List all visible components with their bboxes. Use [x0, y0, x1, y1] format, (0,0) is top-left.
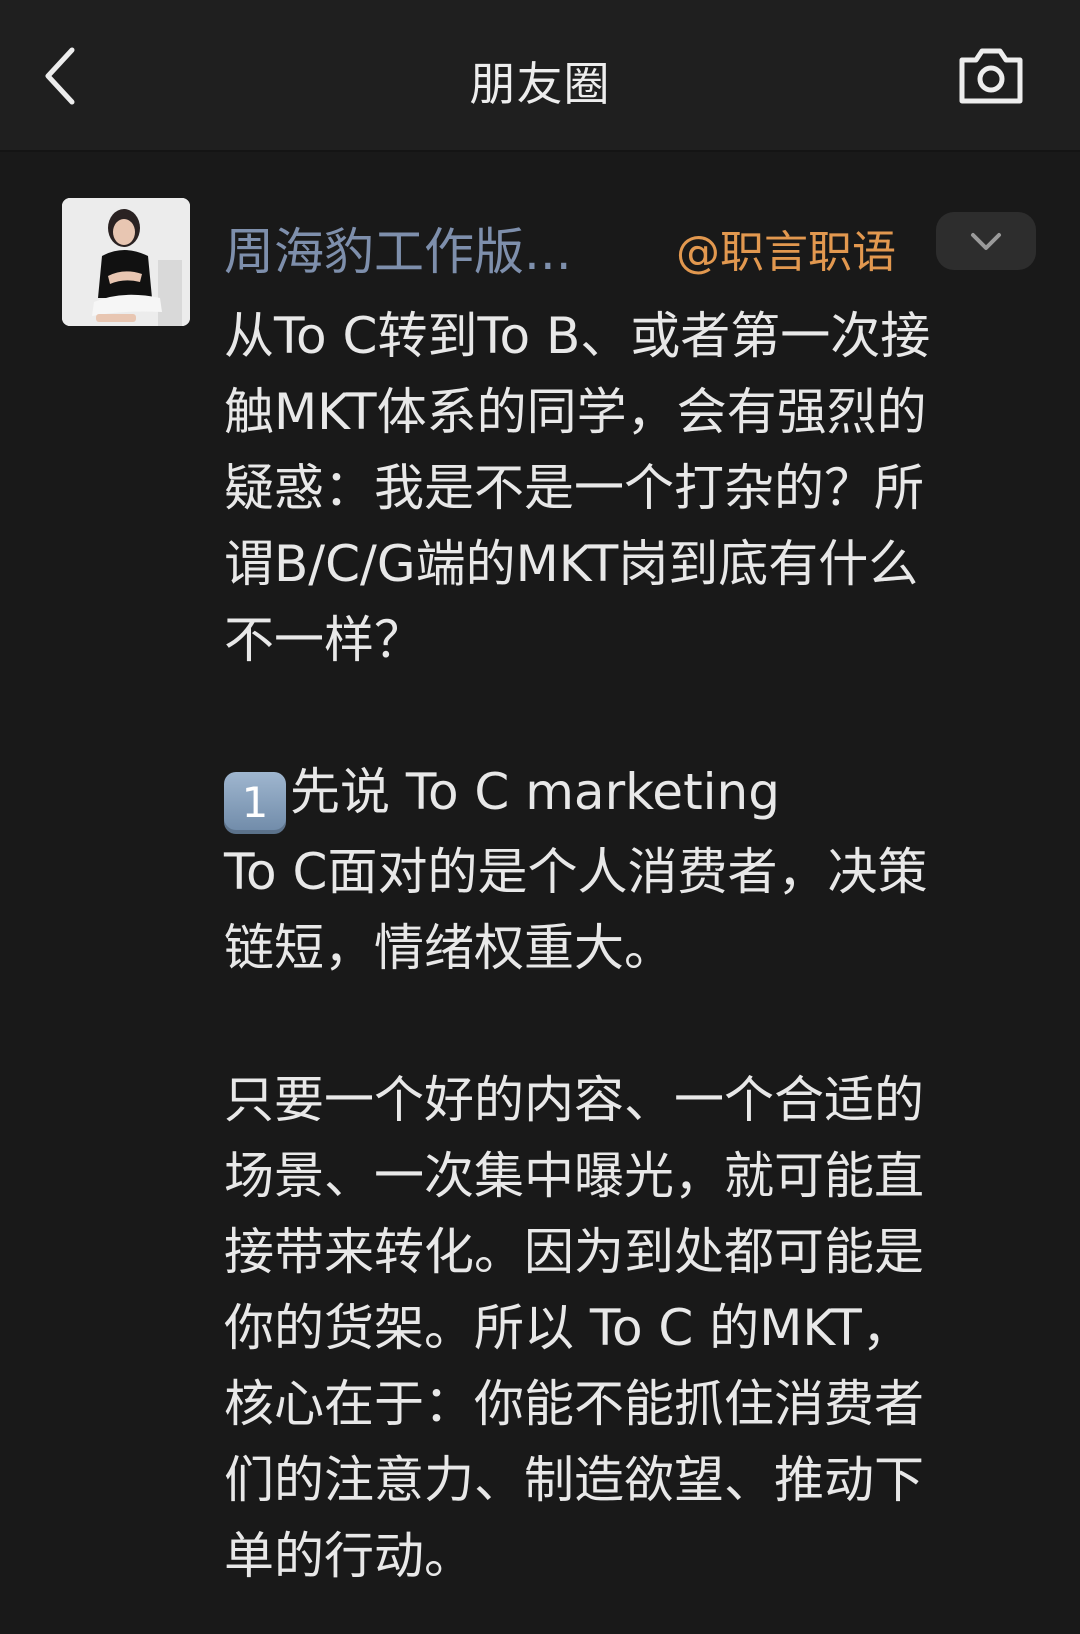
page-title: 朋友圈 [469, 57, 611, 111]
text-line: 接带来转化。因为到处都可能是 [224, 1223, 924, 1281]
paragraph-to-c: 1 先说 To C marketing To C面对的是个人消费者，决策 链短，情… [224, 754, 1034, 986]
text-line: To C面对的是个人消费者，决策 [224, 843, 928, 901]
author-name[interactable]: 周海豹工作版... [224, 212, 572, 284]
text-line: 单的行动。 [224, 1527, 474, 1585]
section-heading: 先说 To C marketing [290, 763, 780, 821]
text-line: 触MKT体系的同学，会有强烈的 [224, 383, 927, 441]
avatar[interactable] [62, 198, 190, 326]
expand-menu-button[interactable] [936, 212, 1036, 270]
text-line: 链短，情绪权重大。 [224, 919, 674, 977]
post-content: 从To C转到To B、或者第一次接 触MKT体系的同学，会有强烈的 疑惑：我是… [224, 298, 1034, 1594]
keycap-one-icon: 1 [224, 772, 286, 834]
mention-link[interactable]: @职言职语 [676, 216, 896, 280]
text-line: 只要一个好的内容、一个合适的 [224, 1071, 924, 1129]
text-line: 场景、一次集中曝光，就可能直 [224, 1147, 924, 1205]
paragraph-detail: 只要一个好的内容、一个合适的 场景、一次集中曝光，就可能直 接带来转化。因为到处… [224, 1062, 1034, 1594]
top-bar: 朋友圈 [0, 0, 1080, 152]
avatar-photo [62, 198, 190, 326]
chevron-down-icon [971, 233, 1001, 250]
camera-button[interactable] [956, 46, 1026, 106]
text-line: 不一样？ [224, 611, 424, 669]
paragraph-intro: 从To C转到To B、或者第一次接 触MKT体系的同学，会有强烈的 疑惑：我是… [224, 298, 1034, 678]
text-line: 核心在于：你能不能抓住消费者 [224, 1375, 924, 1433]
text-line: 你的货架。所以 To C 的MKT， [224, 1299, 912, 1357]
text-line: 谓B/C/G端的MKT岗到底有什么 [224, 535, 919, 593]
camera-icon [959, 48, 1023, 104]
text-line: 们的注意力、制造欲望、推动下 [224, 1451, 924, 1509]
text-line: 疑惑：我是不是一个打杂的？所 [224, 459, 924, 517]
text-line: 从To C转到To B、或者第一次接 [224, 307, 931, 365]
